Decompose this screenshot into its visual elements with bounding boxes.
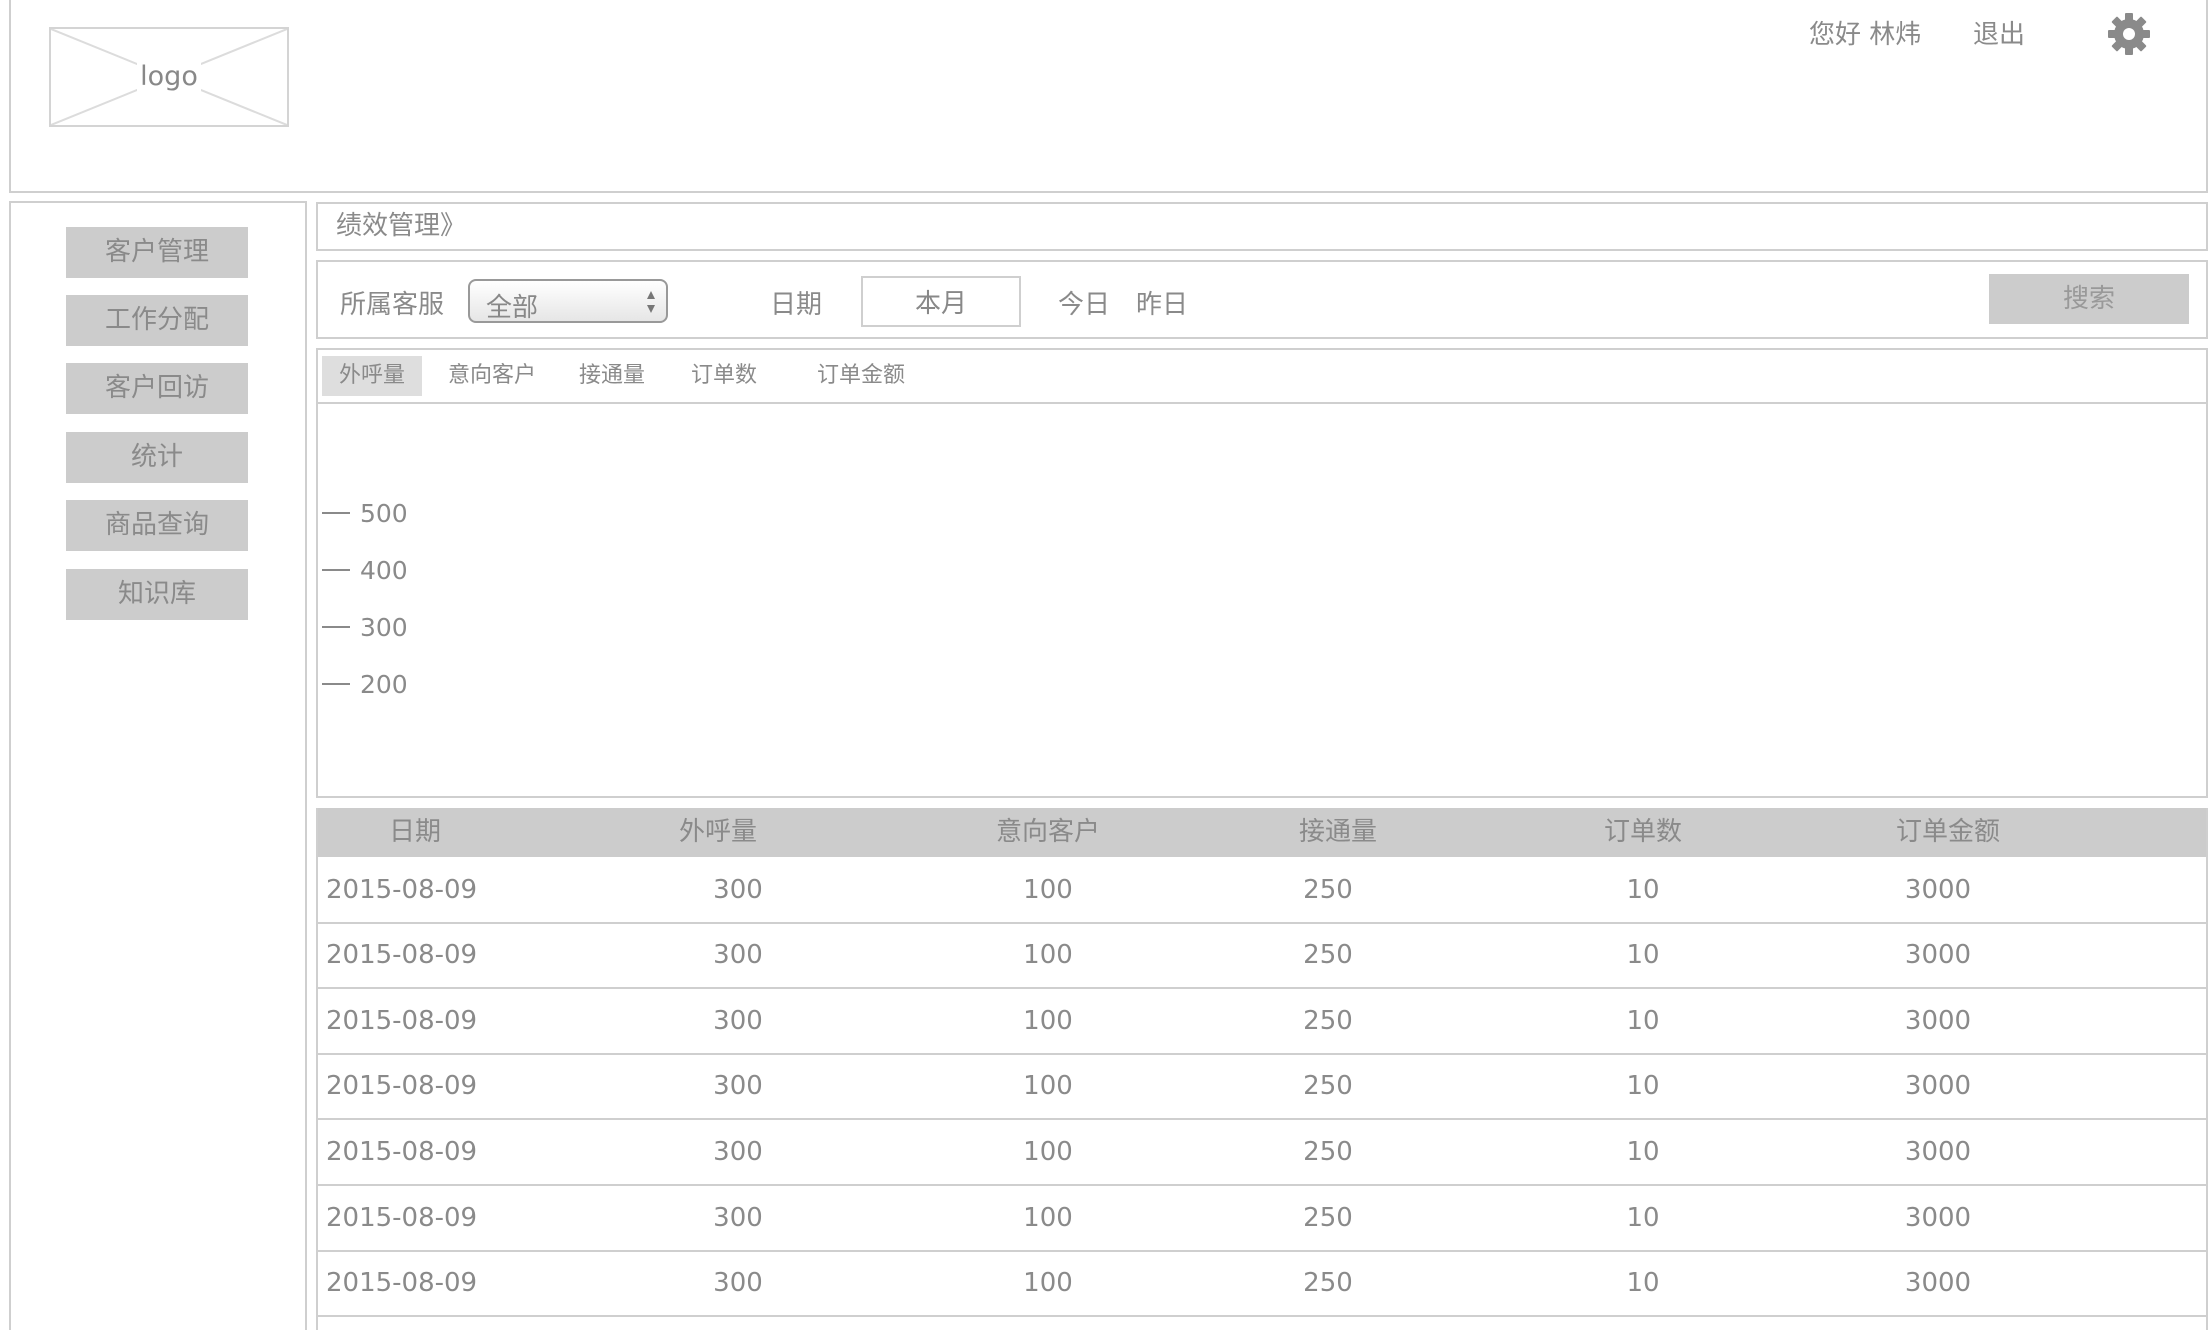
cell-connected-calls: 250 [1303, 875, 1353, 905]
cell-intended-customers: 100 [1023, 1006, 1073, 1036]
cell-connected-calls: 250 [1303, 1203, 1353, 1233]
cell-order-amount: 3000 [1904, 1203, 1972, 1233]
cell-order-amount: 3000 [1904, 875, 1972, 905]
cell-date: 2015-08-09 [326, 1006, 478, 1036]
metric-tabs: 外呼量 意向客户 接通量 订单数 订单金额 [318, 350, 2206, 404]
logout-link[interactable]: 退出 [1973, 14, 2025, 51]
cell-order-count: 10 [1626, 1268, 1660, 1298]
y-tick-label: 500 [360, 499, 408, 528]
sidebar-item-work-assignment[interactable]: 工作分配 [66, 295, 248, 346]
sidebar-item-statistics[interactable]: 统计 [66, 432, 248, 483]
column-header-order-count: 订单数 [1603, 817, 1682, 847]
cell-order-amount: 3000 [1904, 940, 1972, 970]
table-header: 日期 外呼量 意向客户 接通量 订单数 订单金额 [318, 808, 2206, 857]
cell-outbound-calls: 300 [713, 1137, 763, 1167]
header: logo 您好 林炜 退出 [9, 0, 2208, 193]
chart-panel: 外呼量 意向客户 接通量 订单数 订单金额 500 400 300 200 [316, 348, 2208, 798]
cell-connected-calls: 250 [1303, 1071, 1353, 1101]
service-select[interactable]: 全部 [468, 279, 668, 323]
y-tick-label: 200 [360, 670, 408, 699]
user-greeting: 您好 林炜 [1809, 20, 1922, 50]
tab-outbound-calls[interactable]: 外呼量 [322, 356, 422, 396]
gear-icon[interactable] [2103, 8, 2155, 60]
line-chart: 500 400 300 200 [322, 499, 408, 699]
cell-order-count: 10 [1626, 940, 1660, 970]
sidebar: 客户管理 工作分配 客户回访 统计 商品查询 知识库 [9, 201, 307, 1330]
y-axis: 500 400 300 200 [322, 499, 408, 699]
logo: logo [49, 27, 289, 127]
cell-outbound-calls: 300 [713, 940, 763, 970]
sidebar-item-customer-management[interactable]: 客户管理 [66, 227, 248, 278]
cell-intended-customers: 100 [1023, 875, 1073, 905]
table-row[interactable]: 2015-08-09 300 100 250 10 3000 [318, 923, 2206, 989]
cell-date: 2015-08-09 [326, 940, 478, 970]
column-header-intended-customers: 意向客户 [995, 817, 1100, 847]
table-row[interactable]: 2015-08-09 300 100 250 10 3000 [318, 1120, 2206, 1186]
table-row[interactable]: 2015-08-09 300 100 250 10 3000 [318, 1251, 2206, 1317]
cell-order-count: 10 [1626, 875, 1660, 905]
cell-intended-customers: 100 [1023, 1268, 1073, 1298]
column-header-order-amount: 订单金额 [1895, 817, 2000, 847]
cell-date: 2015-08-09 [326, 1268, 478, 1298]
cell-date: 2015-08-09 [326, 875, 478, 905]
cell-order-amount: 3000 [1904, 1137, 1972, 1167]
sidebar-item-customer-revisit[interactable]: 客户回访 [66, 363, 248, 414]
tab-order-amount[interactable]: 订单金额 [806, 356, 916, 396]
table-row[interactable]: 2015-08-09 300 100 250 10 3000 [318, 989, 2206, 1055]
cell-intended-customers: 100 [1023, 1203, 1073, 1233]
cell-order-count: 10 [1626, 1006, 1660, 1036]
today-link[interactable]: 今日 [1058, 284, 1110, 321]
cell-outbound-calls: 300 [713, 1071, 763, 1101]
tab-intended-customers[interactable]: 意向客户 [442, 356, 542, 396]
service-label: 所属客服 [340, 290, 445, 320]
tab-order-count[interactable]: 订单数 [684, 356, 764, 396]
column-header-outbound-calls: 外呼量 [678, 817, 757, 847]
cell-order-count: 10 [1626, 1137, 1660, 1167]
cell-date: 2015-08-09 [326, 1071, 478, 1101]
tab-connected-calls[interactable]: 接通量 [572, 356, 652, 396]
cell-outbound-calls: 300 [713, 1203, 763, 1233]
sidebar-item-knowledge-base[interactable]: 知识库 [66, 569, 248, 620]
breadcrumb: 绩效管理》 [316, 202, 2208, 251]
table-row[interactable]: 2015-08-09 300 100 250 10 3000 [318, 1054, 2206, 1120]
cell-connected-calls: 250 [1303, 1268, 1353, 1298]
cell-date: 2015-08-09 [326, 1137, 478, 1167]
chevron-updown-icon [647, 291, 655, 313]
cell-intended-customers: 100 [1023, 940, 1073, 970]
cell-intended-customers: 100 [1023, 1137, 1073, 1167]
yesterday-link[interactable]: 昨日 [1136, 284, 1188, 321]
cell-outbound-calls: 300 [713, 1006, 763, 1036]
performance-table: 日期 外呼量 意向客户 接通量 订单数 订单金额 2015-08-09 300 10… [316, 808, 2208, 1330]
cell-order-amount: 3000 [1904, 1006, 1972, 1036]
cell-connected-calls: 250 [1303, 1137, 1353, 1167]
table-row[interactable]: 2015-08-09 300 100 250 10 3000 [318, 858, 2206, 924]
date-label: 日期 [770, 290, 823, 320]
cell-connected-calls: 250 [1303, 1006, 1353, 1036]
cell-order-amount: 3000 [1904, 1071, 1972, 1101]
cell-date: 2015-08-09 [326, 1203, 478, 1233]
column-header-connected-calls: 接通量 [1298, 817, 1377, 847]
y-tick-label: 300 [360, 613, 408, 642]
date-input[interactable] [861, 276, 1021, 327]
cell-outbound-calls: 300 [713, 875, 763, 905]
cell-order-amount: 3000 [1904, 1268, 1972, 1298]
service-select-value: 全部 [486, 293, 539, 323]
cell-intended-customers: 100 [1023, 1071, 1073, 1101]
cell-order-count: 10 [1626, 1071, 1660, 1101]
cell-order-count: 10 [1626, 1203, 1660, 1233]
cell-outbound-calls: 300 [713, 1268, 763, 1298]
sidebar-item-product-query[interactable]: 商品查询 [66, 500, 248, 551]
column-header-date: 日期 [388, 817, 441, 847]
filter-bar: 所属客服 全部 日期 今日 昨日 搜索 [316, 260, 2208, 339]
table-row[interactable]: 2015-08-09 300 100 250 10 3000 [318, 1186, 2206, 1252]
search-button[interactable]: 搜索 [1989, 274, 2189, 324]
y-tick-label: 400 [360, 556, 408, 585]
logo-text: logo [137, 61, 201, 92]
cell-connected-calls: 250 [1303, 940, 1353, 970]
